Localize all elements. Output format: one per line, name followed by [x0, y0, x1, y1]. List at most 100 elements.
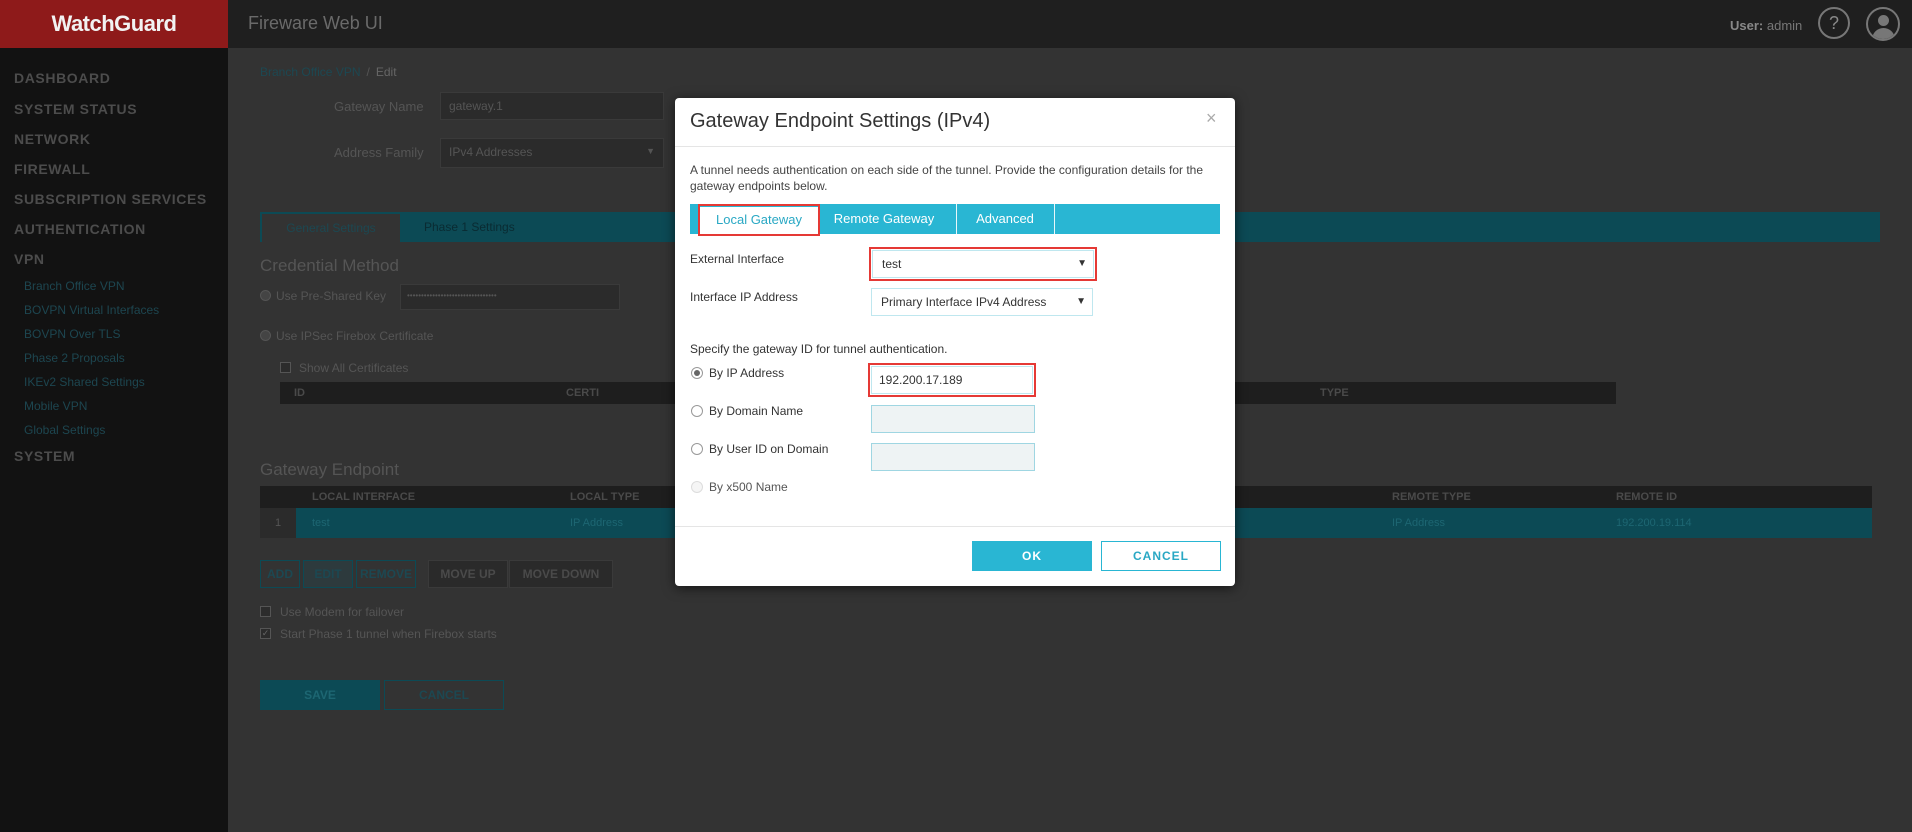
use-modem-checkbox[interactable]	[260, 606, 271, 617]
start-phase1-checkbox[interactable]: ✓	[260, 628, 271, 639]
endpoint-row-local-interface: test	[312, 517, 330, 529]
use-psk-label: Use Pre-Shared Key	[276, 289, 387, 303]
by-user-id-radio[interactable]	[691, 443, 703, 455]
gateway-name-input[interactable]: gateway.1	[440, 92, 664, 120]
use-cert-label: Use IPSec Firebox Certificate	[276, 329, 434, 343]
chevron-down-icon: ▼	[1077, 258, 1087, 269]
by-x500-name-radio[interactable]	[691, 481, 703, 493]
sidebar-subitem-phase2-proposals[interactable]: Phase 2 Proposals	[24, 351, 125, 365]
user-label: User: admin	[1730, 18, 1802, 33]
address-family-value: IPv4 Addresses	[449, 145, 533, 159]
user-id-input[interactable]	[871, 443, 1035, 471]
sidebar-item-network[interactable]: NETWORK	[14, 131, 91, 147]
endpoint-col-local-type: LOCAL TYPE	[570, 491, 640, 503]
sidebar: DASHBOARD SYSTEM STATUS NETWORK FIREWALL…	[0, 48, 228, 832]
cert-col-type: TYPE	[1320, 387, 1349, 399]
by-x500-name-label: By x500 Name	[709, 480, 788, 494]
sidebar-item-system-status[interactable]: SYSTEM STATUS	[14, 101, 137, 117]
credential-method-title: Credential Method	[260, 256, 399, 275]
cert-col-id: ID	[294, 387, 305, 399]
address-family-label: Address Family	[334, 145, 424, 160]
interface-ip-value: Primary Interface IPv4 Address	[881, 295, 1047, 309]
sidebar-item-subscription-services[interactable]: SUBSCRIPTION SERVICES	[14, 191, 207, 207]
use-modem-label: Use Modem for failover	[280, 605, 405, 619]
use-psk-radio[interactable]	[260, 290, 271, 301]
breadcrumb-current: Edit	[375, 65, 397, 79]
address-family-select[interactable]: IPv4 Addresses ▼	[440, 138, 664, 168]
psk-input[interactable]: ••••••••••••••••••••••••••••••••	[400, 284, 620, 310]
sidebar-item-vpn[interactable]: VPN	[14, 251, 45, 267]
user-label-prefix: User:	[1730, 18, 1764, 33]
gateway-endpoint-dialog: Gateway Endpoint Settings (IPv4) × A tun…	[675, 98, 1235, 586]
interface-ip-select[interactable]: Primary Interface IPv4 Address ▼	[871, 288, 1093, 316]
save-button[interactable]: SAVE	[260, 680, 380, 710]
chevron-down-icon: ▼	[646, 146, 655, 156]
sidebar-subitem-global-settings[interactable]: Global Settings	[24, 423, 105, 437]
dialog-footer-divider	[675, 526, 1235, 527]
gateway-id-prompt: Specify the gateway ID for tunnel authen…	[690, 342, 948, 356]
dialog-tab-bar: Local Gateway Remote Gateway Advanced	[690, 204, 1220, 234]
show-all-certs-label: Show All Certificates	[299, 361, 409, 375]
sidebar-item-authentication[interactable]: AUTHENTICATION	[14, 221, 146, 237]
help-button[interactable]: ?	[1818, 7, 1850, 39]
by-domain-name-label: By Domain Name	[709, 404, 804, 418]
sidebar-subitem-mobile-vpn[interactable]: Mobile VPN	[24, 399, 87, 413]
external-interface-value: test	[882, 257, 902, 271]
sidebar-subitem-bovpn-virtual-interfaces[interactable]: BOVPN Virtual Interfaces	[24, 303, 159, 317]
gateway-name-value: gateway.1	[449, 99, 503, 113]
endpoint-row-remote-id: 192.200.19.114	[1616, 517, 1692, 529]
sidebar-subitem-branch-office-vpn[interactable]: Branch Office VPN	[24, 279, 125, 293]
endpoint-row-index: 1	[260, 508, 296, 538]
domain-name-input[interactable]	[871, 405, 1035, 433]
show-all-certs-checkbox[interactable]	[280, 362, 291, 373]
tab-remote-gateway[interactable]: Remote Gateway	[824, 204, 944, 234]
add-button[interactable]: ADD	[260, 560, 300, 588]
external-interface-select[interactable]: test ▼	[872, 250, 1094, 278]
gateway-name-label: Gateway Name	[334, 99, 424, 114]
endpoint-col-remote-id: REMOTE ID	[1616, 491, 1678, 503]
help-icon: ?	[1828, 13, 1839, 33]
by-ip-address-radio[interactable]	[691, 367, 703, 379]
user-avatar-icon[interactable]	[1866, 7, 1900, 41]
dialog-title: Gateway Endpoint Settings (IPv4)	[690, 110, 991, 132]
chevron-down-icon: ▼	[1076, 296, 1086, 307]
dialog-header-divider	[675, 146, 1235, 147]
endpoint-col-local-interface: LOCAL INTERFACE	[312, 491, 416, 503]
sidebar-item-system[interactable]: SYSTEM	[14, 448, 75, 464]
by-ip-address-label: By IP Address	[709, 366, 785, 380]
tab-local-gateway[interactable]: Local Gateway	[698, 207, 820, 234]
cert-col-certi: CERTI	[566, 387, 599, 399]
background-cancel-button[interactable]: CANCEL	[384, 680, 504, 710]
by-domain-name-radio[interactable]	[691, 405, 703, 417]
breadcrumb-parent-link[interactable]: Branch Office VPN	[260, 65, 361, 79]
ip-address-input[interactable]: 192.200.17.189	[871, 366, 1033, 394]
app-title: Fireware Web UI	[248, 13, 383, 33]
sidebar-item-firewall[interactable]: FIREWALL	[14, 161, 90, 177]
cancel-button[interactable]: CANCEL	[1101, 541, 1221, 571]
interface-ip-label: Interface IP Address	[690, 290, 798, 304]
sidebar-subitem-bovpn-over-tls[interactable]: BOVPN Over TLS	[24, 327, 120, 341]
ok-button[interactable]: OK	[972, 541, 1092, 571]
move-up-button[interactable]: MOVE UP	[428, 560, 508, 588]
tab-advanced[interactable]: Advanced	[957, 204, 1053, 234]
endpoint-col-remote-type: REMOTE TYPE	[1392, 491, 1471, 503]
remove-button[interactable]: REMOVE	[356, 560, 416, 588]
breadcrumb: Branch Office VPN / Edit	[260, 65, 397, 79]
external-interface-label: External Interface	[690, 252, 785, 266]
dialog-description: A tunnel needs authentication on each si…	[690, 163, 1204, 193]
gateway-endpoint-title: Gateway Endpoint	[260, 460, 399, 479]
start-phase1-label: Start Phase 1 tunnel when Firebox starts	[280, 627, 497, 641]
use-cert-radio[interactable]	[260, 330, 271, 341]
logo[interactable]: WatchGuard	[0, 0, 228, 48]
tab-separator	[1054, 204, 1055, 234]
move-down-button[interactable]: MOVE DOWN	[509, 560, 613, 588]
tab-general-settings[interactable]: General Settings	[262, 214, 400, 242]
user-name: admin	[1766, 18, 1803, 33]
endpoint-row-remote-type: IP Address	[1392, 517, 1445, 529]
endpoint-row-local-type: IP Address	[570, 517, 623, 529]
edit-button[interactable]: EDIT	[303, 560, 353, 588]
close-icon[interactable]: ×	[1206, 108, 1217, 129]
tab-phase1-settings[interactable]: Phase 1 Settings	[424, 220, 515, 234]
sidebar-item-dashboard[interactable]: DASHBOARD	[14, 70, 110, 86]
sidebar-subitem-ikev2-shared-settings[interactable]: IKEv2 Shared Settings	[24, 375, 145, 389]
